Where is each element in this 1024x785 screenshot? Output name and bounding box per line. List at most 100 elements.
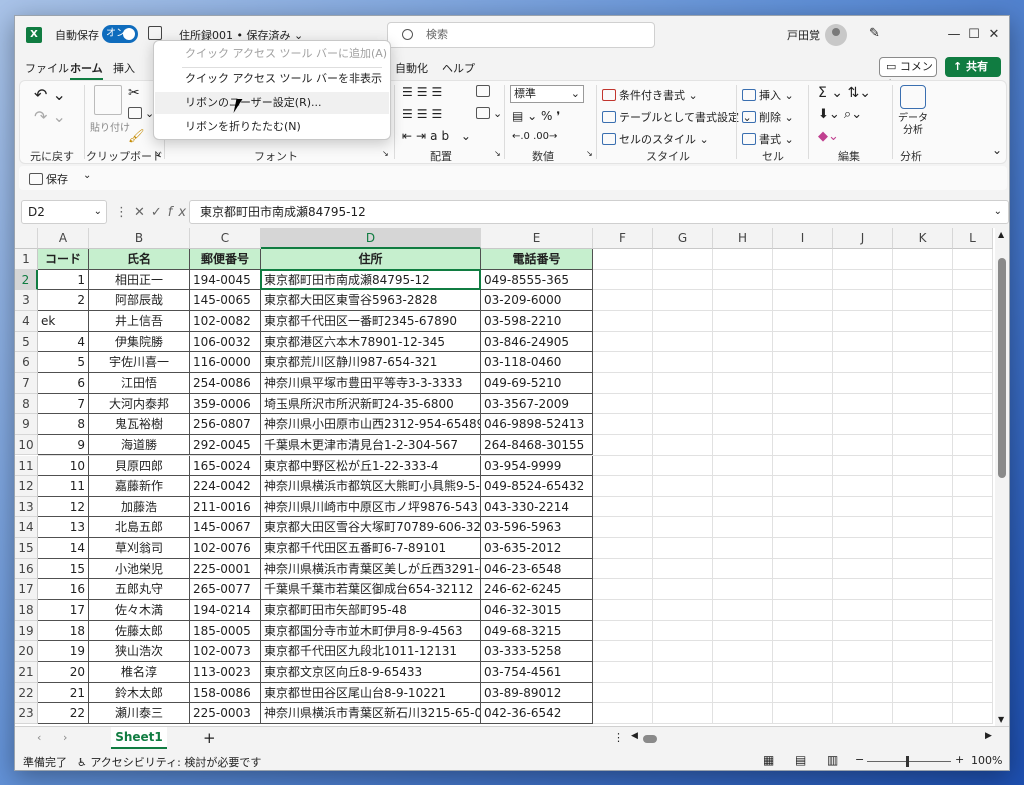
row-header-15[interactable]: 15: [15, 538, 38, 559]
table-cell[interactable]: 145-0067: [190, 517, 261, 539]
format-painter-icon[interactable]: 🖌: [128, 129, 145, 144]
horizontal-scroll-thumb[interactable]: [643, 735, 657, 743]
table-cell[interactable]: 鬼瓦裕樹: [89, 414, 190, 435]
clear-icon[interactable]: ◆⌄: [818, 129, 839, 144]
table-cell[interactable]: 東京都国分寺市並木町伊月8-9-4563: [261, 620, 481, 642]
column-header-d[interactable]: D: [261, 228, 481, 249]
table-cell[interactable]: 東京都千代田区九段北1011-12131: [261, 641, 481, 662]
table-cell[interactable]: 03-596-5963: [481, 517, 593, 539]
table-cell[interactable]: 東京都大田区雪谷大塚町70789-606-320: [261, 517, 481, 539]
row-header-9[interactable]: 9: [15, 414, 38, 435]
autosave-toggle[interactable]: オン: [102, 25, 138, 43]
table-cell[interactable]: 神奈川県川崎市中原区市ノ坪9876-543: [261, 496, 481, 518]
table-cell[interactable]: 瀬川泰三: [89, 703, 190, 724]
table-cell[interactable]: 03-598-2210: [481, 310, 593, 332]
table-cell[interactable]: 9: [38, 434, 89, 456]
row-header-20[interactable]: 20: [15, 641, 38, 662]
table-cell[interactable]: 海道勝: [89, 434, 190, 456]
column-header-e[interactable]: E: [481, 228, 593, 249]
table-header-cell[interactable]: 電話番号: [481, 249, 593, 270]
table-cell[interactable]: 13: [38, 517, 89, 539]
cell-style-button[interactable]: セルのスタイル ⌄: [602, 131, 709, 147]
table-cell[interactable]: 東京都荒川区静川987-654-321: [261, 352, 481, 373]
table-cell[interactable]: 宇佐川喜一: [89, 352, 190, 373]
data-analysis-label[interactable]: データ 分析: [898, 113, 928, 137]
wrap-text-icon[interactable]: [476, 85, 493, 98]
table-cell[interactable]: 264-8468-30155: [481, 434, 593, 456]
tab-file[interactable]: ファイル: [25, 60, 69, 76]
table-cell[interactable]: 神奈川県横浜市青葉区新石川3215-65-0: [261, 703, 481, 724]
row-header-17[interactable]: 17: [15, 579, 38, 601]
table-cell[interactable]: 相田正一: [89, 269, 190, 291]
row-header-19[interactable]: 19: [15, 620, 38, 642]
table-cell[interactable]: 4: [38, 331, 89, 353]
cut-icon[interactable]: ✂: [128, 85, 140, 101]
table-cell[interactable]: 049-69-5210: [481, 372, 593, 394]
qat-customize-icon[interactable]: ⌄: [83, 170, 91, 181]
table-cell[interactable]: 042-36-6542: [481, 703, 593, 724]
table-cell[interactable]: 165-0024: [190, 455, 261, 477]
table-cell[interactable]: ek: [38, 310, 89, 332]
table-cell[interactable]: 東京都千代田区五番町6-7-89101: [261, 538, 481, 559]
number-launcher-icon[interactable]: ↘: [586, 149, 593, 158]
zoom-slider-thumb[interactable]: [906, 756, 909, 767]
table-cell[interactable]: 03-754-4561: [481, 662, 593, 683]
table-cell[interactable]: 102-0082: [190, 310, 261, 332]
save-icon[interactable]: [148, 26, 162, 40]
table-cell[interactable]: 102-0073: [190, 641, 261, 662]
table-cell[interactable]: 貝原四郎: [89, 455, 190, 477]
table-cell[interactable]: 03-954-9999: [481, 455, 593, 477]
table-cell[interactable]: 20: [38, 662, 89, 683]
table-cell[interactable]: 千葉県木更津市清見台1-2-304-567: [261, 434, 481, 456]
table-cell[interactable]: 16: [38, 579, 89, 601]
table-cell[interactable]: 北島五郎: [89, 517, 190, 539]
tab-home[interactable]: ホーム: [70, 60, 103, 80]
table-cell[interactable]: 東京都千代田区一番町2345-67890: [261, 310, 481, 332]
table-cell[interactable]: 東京都港区六本木78901-12-345: [261, 331, 481, 353]
sheet-tab-sheet1[interactable]: Sheet1: [111, 727, 167, 749]
table-header-cell[interactable]: 住所: [261, 249, 481, 270]
column-header-j[interactable]: J: [833, 228, 893, 249]
column-header-c[interactable]: C: [190, 228, 261, 249]
user-name[interactable]: 戸田覚: [787, 27, 820, 43]
table-cell[interactable]: 145-0065: [190, 290, 261, 311]
table-header-cell[interactable]: 郵便番号: [190, 249, 261, 270]
table-cell[interactable]: 03-635-2012: [481, 538, 593, 559]
table-cell[interactable]: 神奈川県横浜市都筑区大熊町小具熊9-5-1599: [261, 476, 481, 497]
qat-save-button[interactable]: 保存: [29, 171, 68, 187]
name-box[interactable]: D2 ⌄: [21, 200, 107, 224]
merge-center-icon[interactable]: ⌄: [476, 107, 502, 120]
table-cell[interactable]: 神奈川県小田原市山西2312-954-65489: [261, 414, 481, 435]
decimal-icons[interactable]: ←.0 .00→: [512, 131, 557, 142]
align-top-icons[interactable]: ☰☰☰: [402, 85, 446, 99]
page-break-icon[interactable]: ▥: [827, 753, 838, 767]
table-header-cell[interactable]: 氏名: [89, 249, 190, 270]
table-cell[interactable]: 03-118-0460: [481, 352, 593, 373]
table-cell[interactable]: 鈴木太郎: [89, 682, 190, 704]
table-cell[interactable]: 井上信吾: [89, 310, 190, 332]
table-cell[interactable]: 神奈川県平塚市豊田平等寺3-3-3333: [261, 372, 481, 394]
column-header-g[interactable]: G: [653, 228, 713, 249]
table-cell[interactable]: 194-0214: [190, 600, 261, 621]
tab-help[interactable]: ヘルプ: [442, 60, 475, 76]
table-cell[interactable]: 158-0086: [190, 682, 261, 704]
table-cell[interactable]: 113-0023: [190, 662, 261, 683]
conditional-format-button[interactable]: 条件付き書式 ⌄: [602, 87, 698, 103]
table-cell[interactable]: 14: [38, 538, 89, 559]
row-header-23[interactable]: 23: [15, 703, 38, 724]
search-input[interactable]: 検索: [387, 22, 655, 48]
row-header-2[interactable]: 2: [15, 269, 38, 291]
table-cell[interactable]: 049-68-3215: [481, 620, 593, 642]
table-cell[interactable]: 東京都町田市南成瀬84795-12: [261, 269, 481, 291]
normal-view-icon[interactable]: ▦: [763, 753, 774, 767]
worksheet-grid[interactable]: A B C D E F G H I J K L 1 2 3 4 5 6 7 8 9 10 11 12 13 14 15 16 17 18 1…: [15, 228, 1009, 726]
column-header-l[interactable]: L: [953, 228, 993, 249]
table-cell[interactable]: 194-0045: [190, 269, 261, 291]
row-header-14[interactable]: 14: [15, 517, 38, 539]
row-header-21[interactable]: 21: [15, 662, 38, 683]
next-sheet-icon[interactable]: ›: [63, 731, 67, 744]
fill-icon[interactable]: ⬇⌄ ⌕⌄: [818, 107, 862, 122]
table-cell[interactable]: 伊集院勝: [89, 331, 190, 353]
splitter-icon[interactable]: ⋮: [613, 731, 624, 744]
table-cell[interactable]: 五郎丸守: [89, 579, 190, 601]
